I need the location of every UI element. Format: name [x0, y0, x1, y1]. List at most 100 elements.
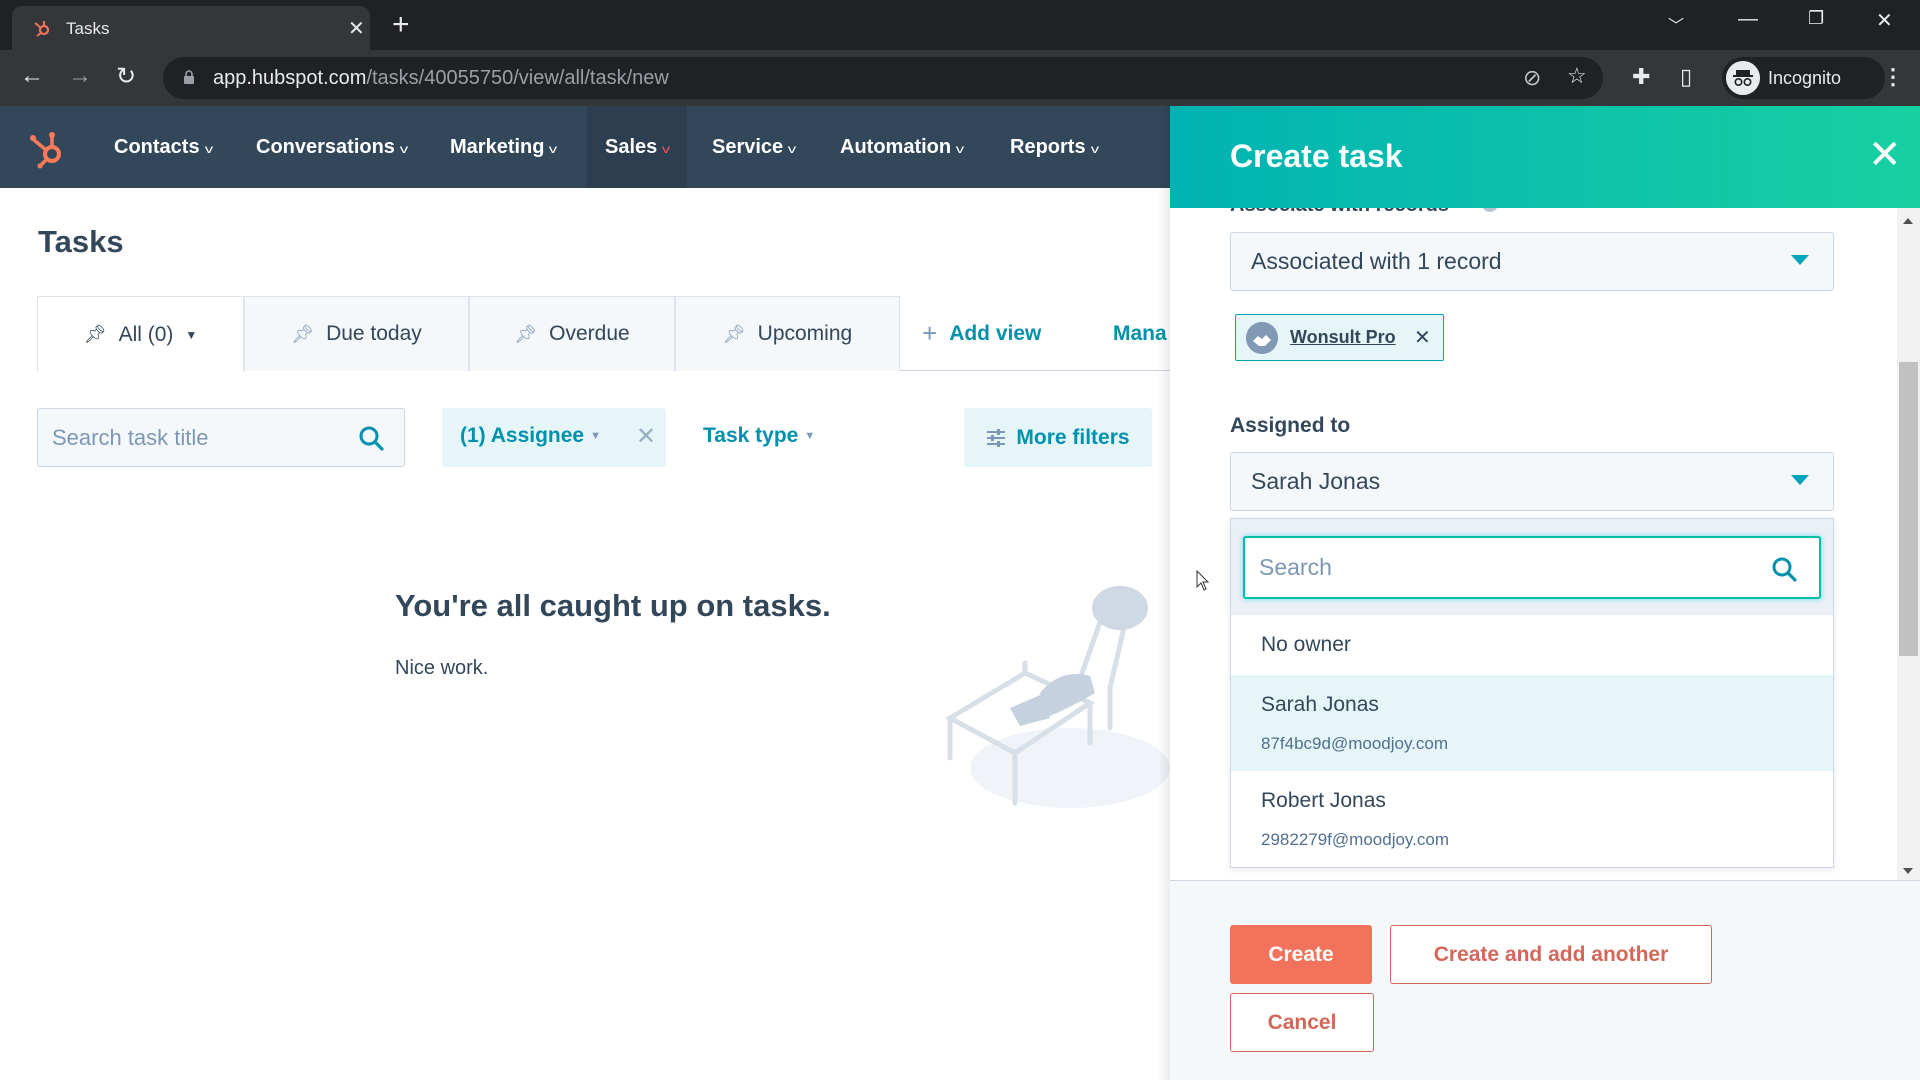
owner-option-email: 2982279f@moodjoy.com [1261, 830, 1449, 849]
panel-scrollbar[interactable] [1897, 208, 1920, 884]
address-bar[interactable]: app.hubspot.com/tasks/40055750/view/all/… [163, 57, 1603, 99]
owner-option-name: No owner [1261, 633, 1351, 656]
back-icon[interactable]: ← [20, 62, 44, 90]
pin-icon: 📌︎ [722, 323, 746, 344]
search-task-input[interactable] [52, 409, 352, 466]
extensions-icon[interactable]: ✚ [1632, 64, 1650, 90]
associated-record-chip[interactable]: Wonsult Pro ✕ [1235, 314, 1444, 361]
incognito-profile-button[interactable]: Incognito [1722, 57, 1885, 99]
scroll-up-icon[interactable] [1903, 218, 1913, 224]
forward-icon[interactable]: → [68, 62, 92, 90]
nav-service-label: Service [712, 136, 784, 158]
more-filters-button[interactable]: More filters [964, 408, 1152, 467]
tab-upcoming[interactable]: 📌︎ Upcoming [675, 296, 900, 371]
search-icon[interactable] [1771, 556, 1797, 582]
relaxing-person-illustration [944, 586, 1170, 808]
owner-search-input[interactable] [1259, 538, 1739, 597]
associated-record-link[interactable]: Wonsult Pro [1290, 327, 1396, 348]
search-icon[interactable] [358, 425, 384, 451]
create-button[interactable]: Create [1230, 925, 1372, 984]
assigned-to-label: Assigned to [1230, 414, 1351, 437]
tab-due-today-label: Due today [326, 322, 422, 345]
owner-option-email: 87f4bc9d@moodjoy.com [1261, 734, 1449, 753]
assignee-filter-text: (1) Assignee [460, 424, 585, 447]
scroll-down-icon[interactable] [1903, 868, 1913, 874]
scrollbar-thumb[interactable] [1899, 362, 1918, 656]
close-panel-icon[interactable]: ✕ [1868, 132, 1902, 178]
nav-automation[interactable]: Automation v [840, 106, 965, 188]
star-icon[interactable]: ☆ [1567, 63, 1587, 89]
nav-sales[interactable]: Sales v [587, 106, 688, 188]
search-task-field[interactable] [37, 408, 405, 467]
owner-option-sarah-jonas[interactable]: Sarah Jonas 87f4bc9d@moodjoy.com [1231, 675, 1833, 771]
reload-icon[interactable]: ↻ [116, 62, 136, 91]
hubspot-favicon-icon [34, 21, 50, 37]
empty-state-heading: You're all caught up on tasks. [395, 588, 831, 623]
assigned-to-select[interactable]: Sarah Jonas [1230, 452, 1834, 511]
nav-conversations[interactable]: Conversations v [256, 106, 409, 188]
incognito-icon [1726, 61, 1760, 95]
tab-search-icon[interactable]: ﹀ [1668, 12, 1684, 36]
pin-icon: 📌︎ [514, 323, 538, 344]
new-tab-button[interactable]: + [392, 8, 410, 42]
minimize-icon[interactable]: — [1738, 8, 1758, 31]
caret-down-icon: ▼ [590, 430, 601, 443]
chevron-down-icon: v [204, 142, 213, 156]
view-tabs: 📌︎ All (0) ▼ 📌︎ Due today 📌︎ Overdue 📌︎ … [37, 296, 1170, 372]
nav-conversations-label: Conversations [256, 136, 395, 158]
url-path: /tasks/40055750/view/all/task/new [366, 67, 669, 89]
browser-tab-title: Tasks [66, 19, 110, 38]
associate-select[interactable]: Associated with 1 record [1230, 232, 1834, 291]
task-type-filter[interactable]: Task type ▼ [703, 424, 815, 448]
owner-option-no-owner[interactable]: No owner [1231, 615, 1833, 675]
company-handshake-icon [1246, 322, 1278, 354]
associate-select-value: Associated with 1 record [1251, 248, 1502, 274]
task-type-label: Task type [703, 424, 799, 447]
browser-tab-strip: Tasks ✕ + ﹀ — ❐ ✕ [0, 0, 1920, 50]
close-window-icon[interactable]: ✕ [1876, 8, 1893, 33]
chevron-down-icon: v [787, 142, 797, 156]
chevron-down-icon: v [399, 142, 409, 156]
incognito-label: Incognito [1768, 68, 1842, 88]
nav-reports-label: Reports [1010, 136, 1086, 158]
assignee-filter[interactable]: (1) Assignee ▼ ✕ [442, 408, 666, 467]
remove-record-icon[interactable]: ✕ [1414, 325, 1431, 350]
owner-option-robert-jonas[interactable]: Robert Jonas 2982279f@moodjoy.com [1231, 771, 1833, 867]
url-domain: app.hubspot.com [213, 67, 367, 89]
chevron-down-icon: v [955, 142, 965, 156]
nav-reports[interactable]: Reports v [1010, 106, 1099, 188]
create-and-add-another-button[interactable]: Create and add another [1390, 925, 1712, 984]
clear-filter-icon[interactable]: ✕ [636, 422, 656, 451]
tab-overdue[interactable]: 📌︎ Overdue [469, 296, 675, 371]
tab-all[interactable]: 📌︎ All (0) ▼ [37, 296, 244, 372]
owner-search-wrapper [1231, 519, 1833, 615]
lock-icon [184, 70, 194, 84]
assignee-filter-label: (1) Assignee ▼ [460, 424, 601, 448]
assigned-to-value: Sarah Jonas [1251, 468, 1381, 494]
tab-close-icon[interactable]: ✕ [348, 16, 365, 41]
nav-automation-label: Automation [840, 136, 952, 158]
mouse-cursor-icon [1196, 570, 1210, 591]
restore-icon[interactable]: ❐ [1808, 8, 1824, 29]
hubspot-logo-icon[interactable] [28, 128, 68, 170]
plus-icon: + [922, 318, 938, 348]
tab-due-today[interactable]: 📌︎ Due today [244, 296, 469, 371]
nav-service[interactable]: Service v [712, 106, 797, 188]
tab-all-label: All (0) [118, 322, 174, 346]
owner-search-field[interactable] [1243, 536, 1821, 599]
nav-marketing[interactable]: Marketing v [450, 106, 558, 188]
kebab-menu-icon[interactable]: ⋮ [1882, 64, 1904, 90]
caret-down-icon [1791, 255, 1809, 265]
sidepanel-icon[interactable]: ▯ [1680, 64, 1692, 90]
browser-tab[interactable]: Tasks ✕ [12, 6, 370, 50]
nav-contacts[interactable]: Contacts v [114, 106, 213, 188]
eye-off-icon[interactable]: ⊘ [1523, 65, 1541, 91]
info-icon[interactable] [1482, 208, 1498, 212]
more-filters-label: More filters [1016, 425, 1130, 449]
panel-body: Associate with records Associated with 1… [1170, 208, 1900, 884]
nav-contacts-label: Contacts [114, 136, 200, 158]
add-view-button[interactable]: + Add view [922, 296, 1041, 371]
cancel-button[interactable]: Cancel [1230, 993, 1374, 1052]
pin-icon: 📌︎ [83, 324, 107, 344]
page-title: Tasks [38, 224, 124, 259]
